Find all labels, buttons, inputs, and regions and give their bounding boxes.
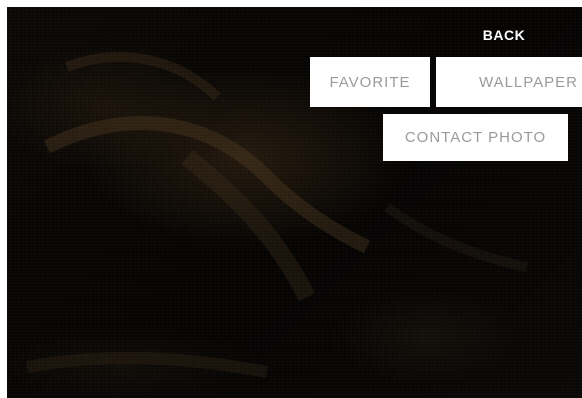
- contact-photo-button[interactable]: CONTACT PHOTO: [383, 114, 568, 161]
- favorite-button[interactable]: FAVORITE: [310, 57, 430, 107]
- photo-viewer: BACK FAVORITE WALLPAPER CONTACT PHOTO: [7, 7, 582, 398]
- wallpaper-button[interactable]: WALLPAPER: [436, 57, 582, 107]
- back-button[interactable]: BACK: [479, 27, 529, 43]
